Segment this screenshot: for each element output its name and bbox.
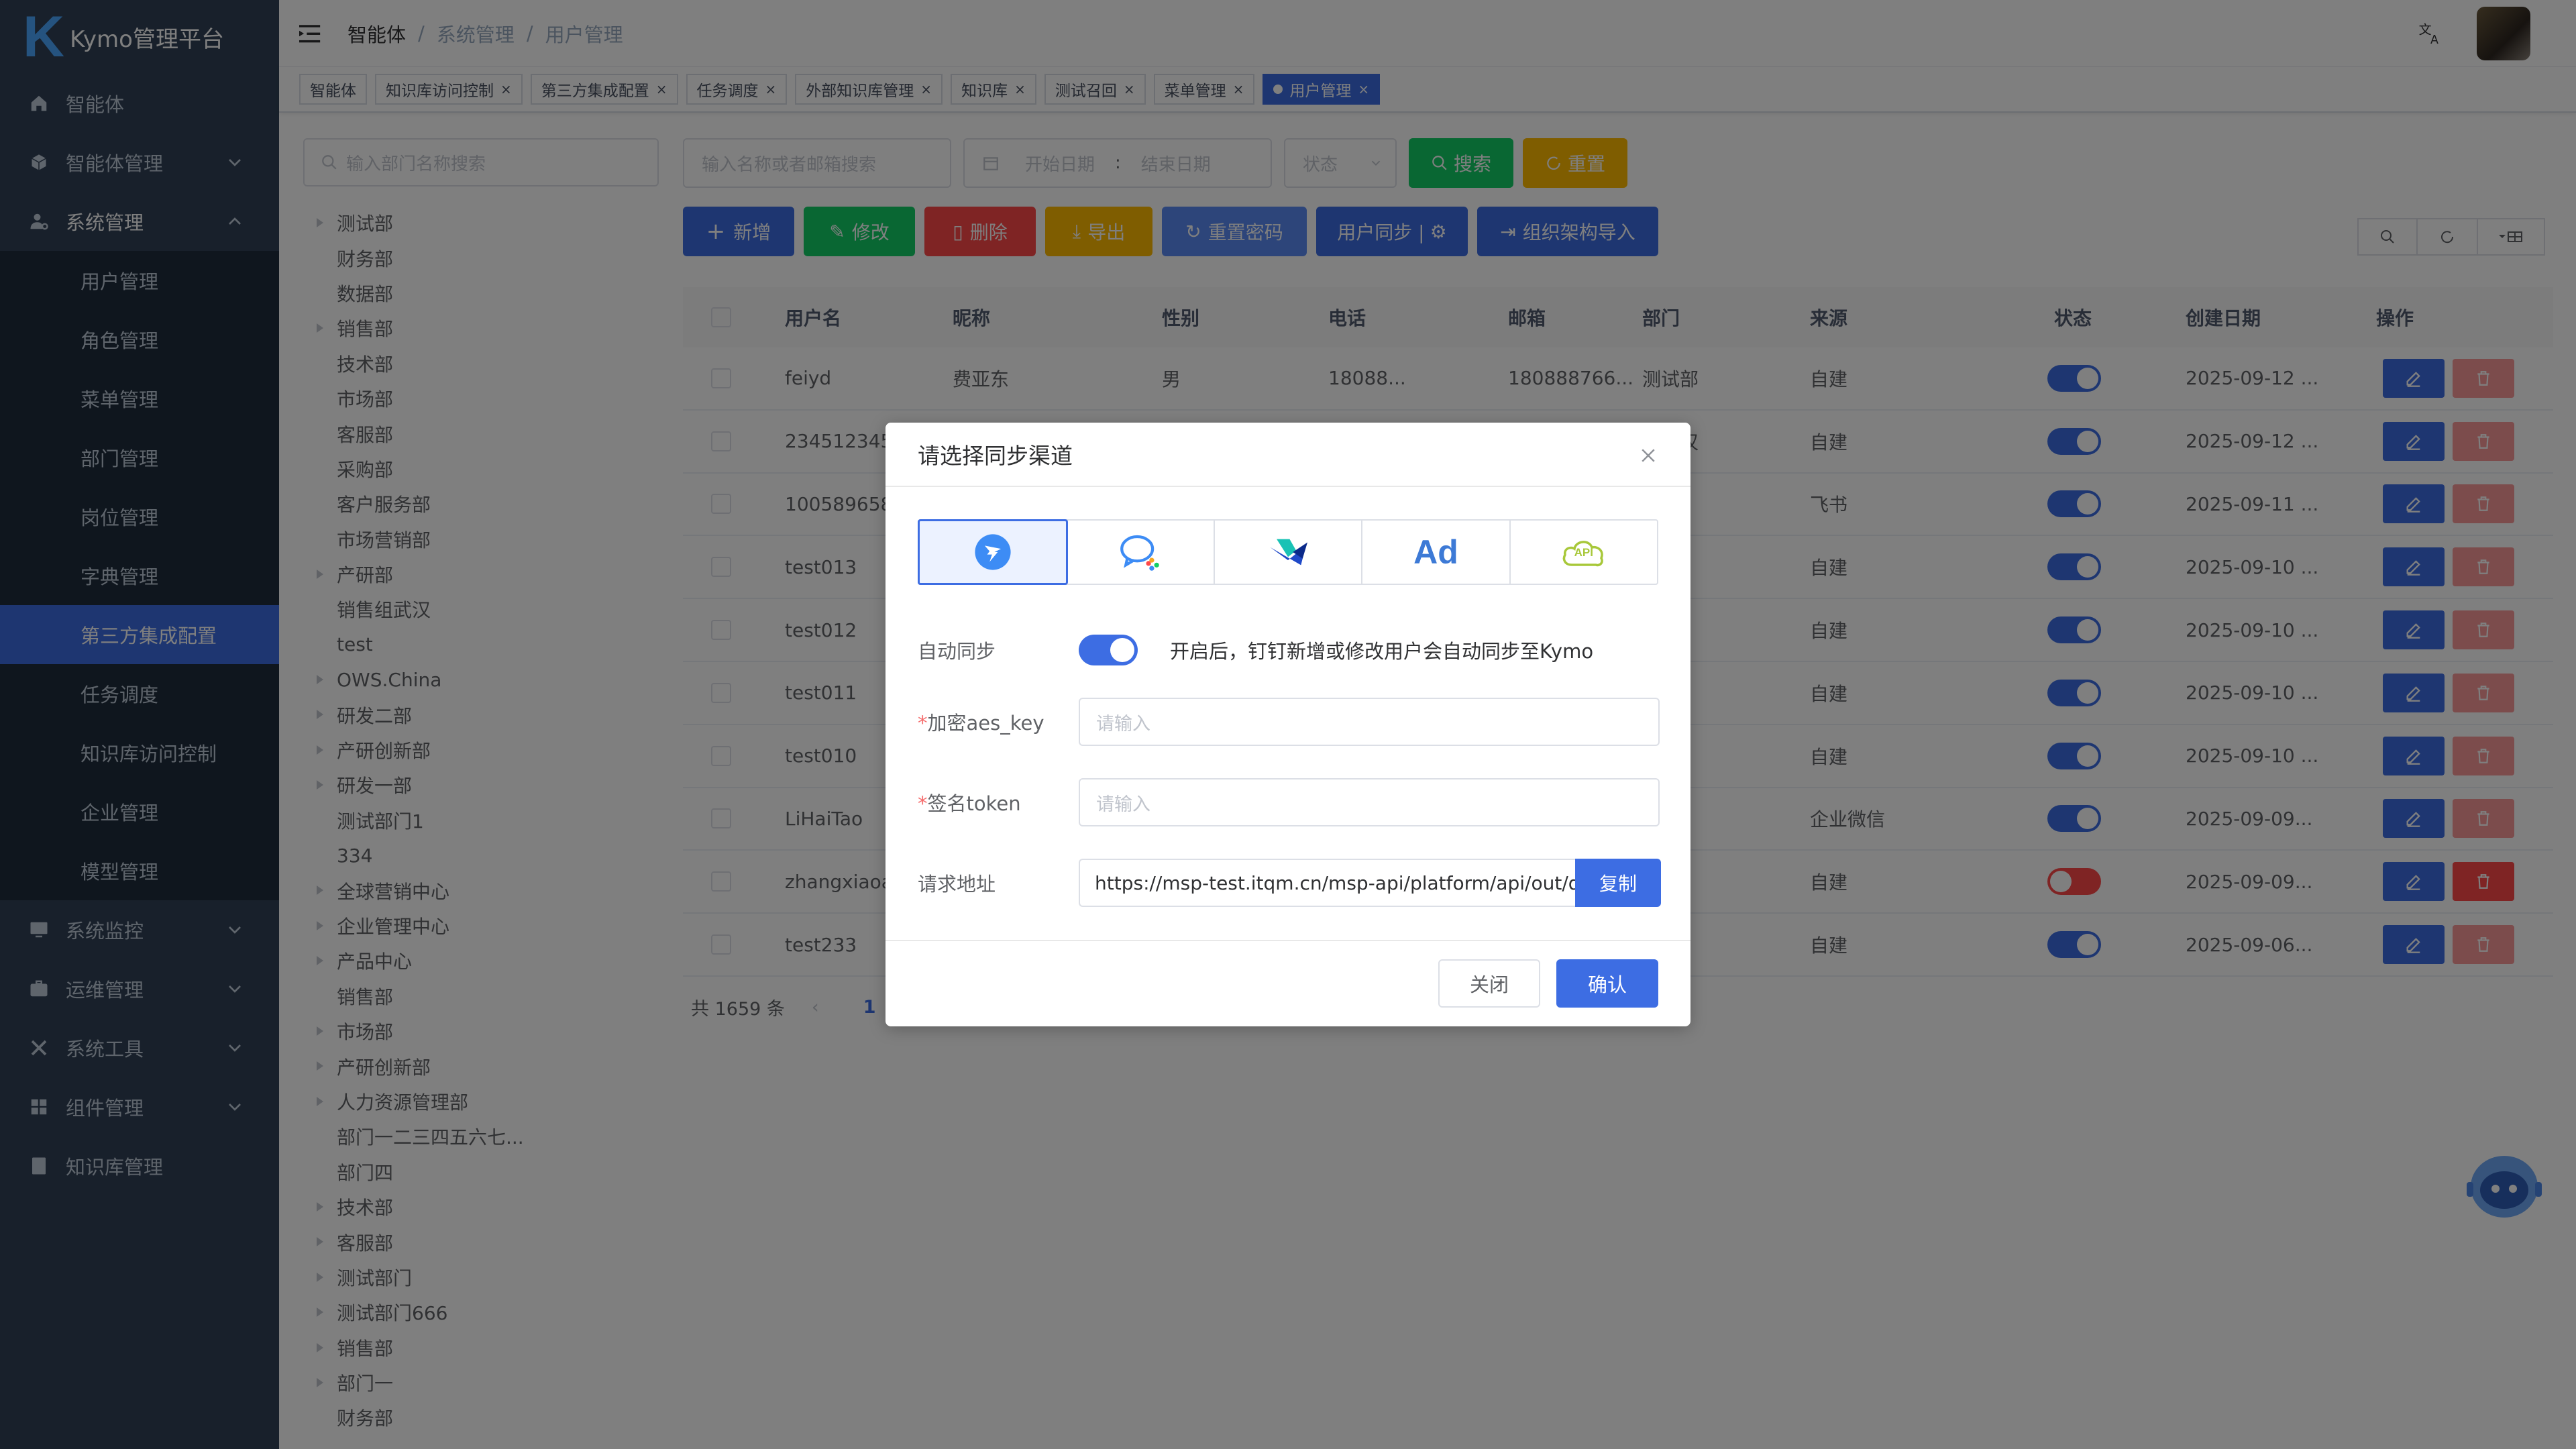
dingtalk-icon	[975, 534, 1011, 570]
confirm-label: 确认	[1587, 973, 1627, 996]
api-cloud-icon: API	[1560, 534, 1608, 570]
channel-dingtalk[interactable]	[918, 519, 1069, 585]
app-root: K Kymo管理平台 智能体 智能体管理 系统管理 用户管理 角色管理 菜单管理…	[0, 0, 2576, 1449]
request-url-label: 请求地址	[918, 873, 996, 896]
channel-wecom[interactable]	[1067, 521, 1215, 584]
copy-label: 复制	[1599, 873, 1637, 895]
request-url-value: https://msp-test.itqm.cn/msp-api/platfor…	[1095, 871, 1575, 894]
dialog-header: 请选择同步渠道	[885, 423, 1690, 487]
token-placeholder: 请输入	[1096, 794, 1150, 815]
aes-key-placeholder: 请输入	[1096, 713, 1150, 735]
request-url-row: 请求地址 https://msp-test.itqm.cn/msp-api/pl…	[918, 859, 1661, 907]
request-url-field[interactable]: https://msp-test.itqm.cn/msp-api/platfor…	[1079, 859, 1575, 907]
close-label: 关闭	[1469, 973, 1509, 996]
sync-channel-dialog: 请选择同步渠道 Ad API 自动同步 开启后，钉钉新增或修改用户会自动同步至K…	[885, 423, 1690, 1026]
aes-key-row: *加密aes_key 请输入	[918, 698, 1660, 746]
close-icon[interactable]	[1638, 445, 1658, 466]
close-button[interactable]: 关闭	[1438, 959, 1540, 1008]
wecom-icon	[1120, 535, 1159, 571]
aes-key-label: *加密aes_key	[918, 708, 1079, 736]
token-input[interactable]: 请输入	[1079, 778, 1660, 826]
token-row: *签名token 请输入	[918, 778, 1660, 826]
aes-key-input[interactable]: 请输入	[1079, 698, 1660, 746]
feishu-icon	[1270, 539, 1308, 566]
token-label-text: 签名token	[927, 792, 1021, 815]
channel-feishu[interactable]	[1215, 521, 1363, 584]
channel-ad[interactable]: Ad	[1362, 521, 1511, 584]
required-mark: *	[918, 712, 928, 735]
ad-icon: Ad	[1413, 533, 1458, 571]
required-mark: *	[918, 792, 928, 815]
auto-sync-hint: 开启后，钉钉新增或修改用户会自动同步至Kymo	[1170, 640, 1594, 663]
copy-button[interactable]: 复制	[1575, 859, 1661, 907]
api-cloud-label: API	[1574, 546, 1593, 559]
aes-key-label-text: 加密aes_key	[927, 712, 1044, 735]
channel-api[interactable]: API	[1511, 521, 1657, 584]
token-label: *签名token	[918, 788, 1079, 816]
dialog-divider	[885, 940, 1690, 941]
confirm-button[interactable]: 确认	[1556, 959, 1658, 1008]
channel-selector: Ad API	[918, 519, 1658, 585]
auto-sync-toggle[interactable]	[1079, 635, 1138, 665]
auto-sync-label: 自动同步	[918, 640, 996, 663]
dialog-title: 请选择同步渠道	[918, 443, 1073, 469]
auto-sync-row: 自动同步 开启后，钉钉新增或修改用户会自动同步至Kymo	[918, 635, 1593, 665]
